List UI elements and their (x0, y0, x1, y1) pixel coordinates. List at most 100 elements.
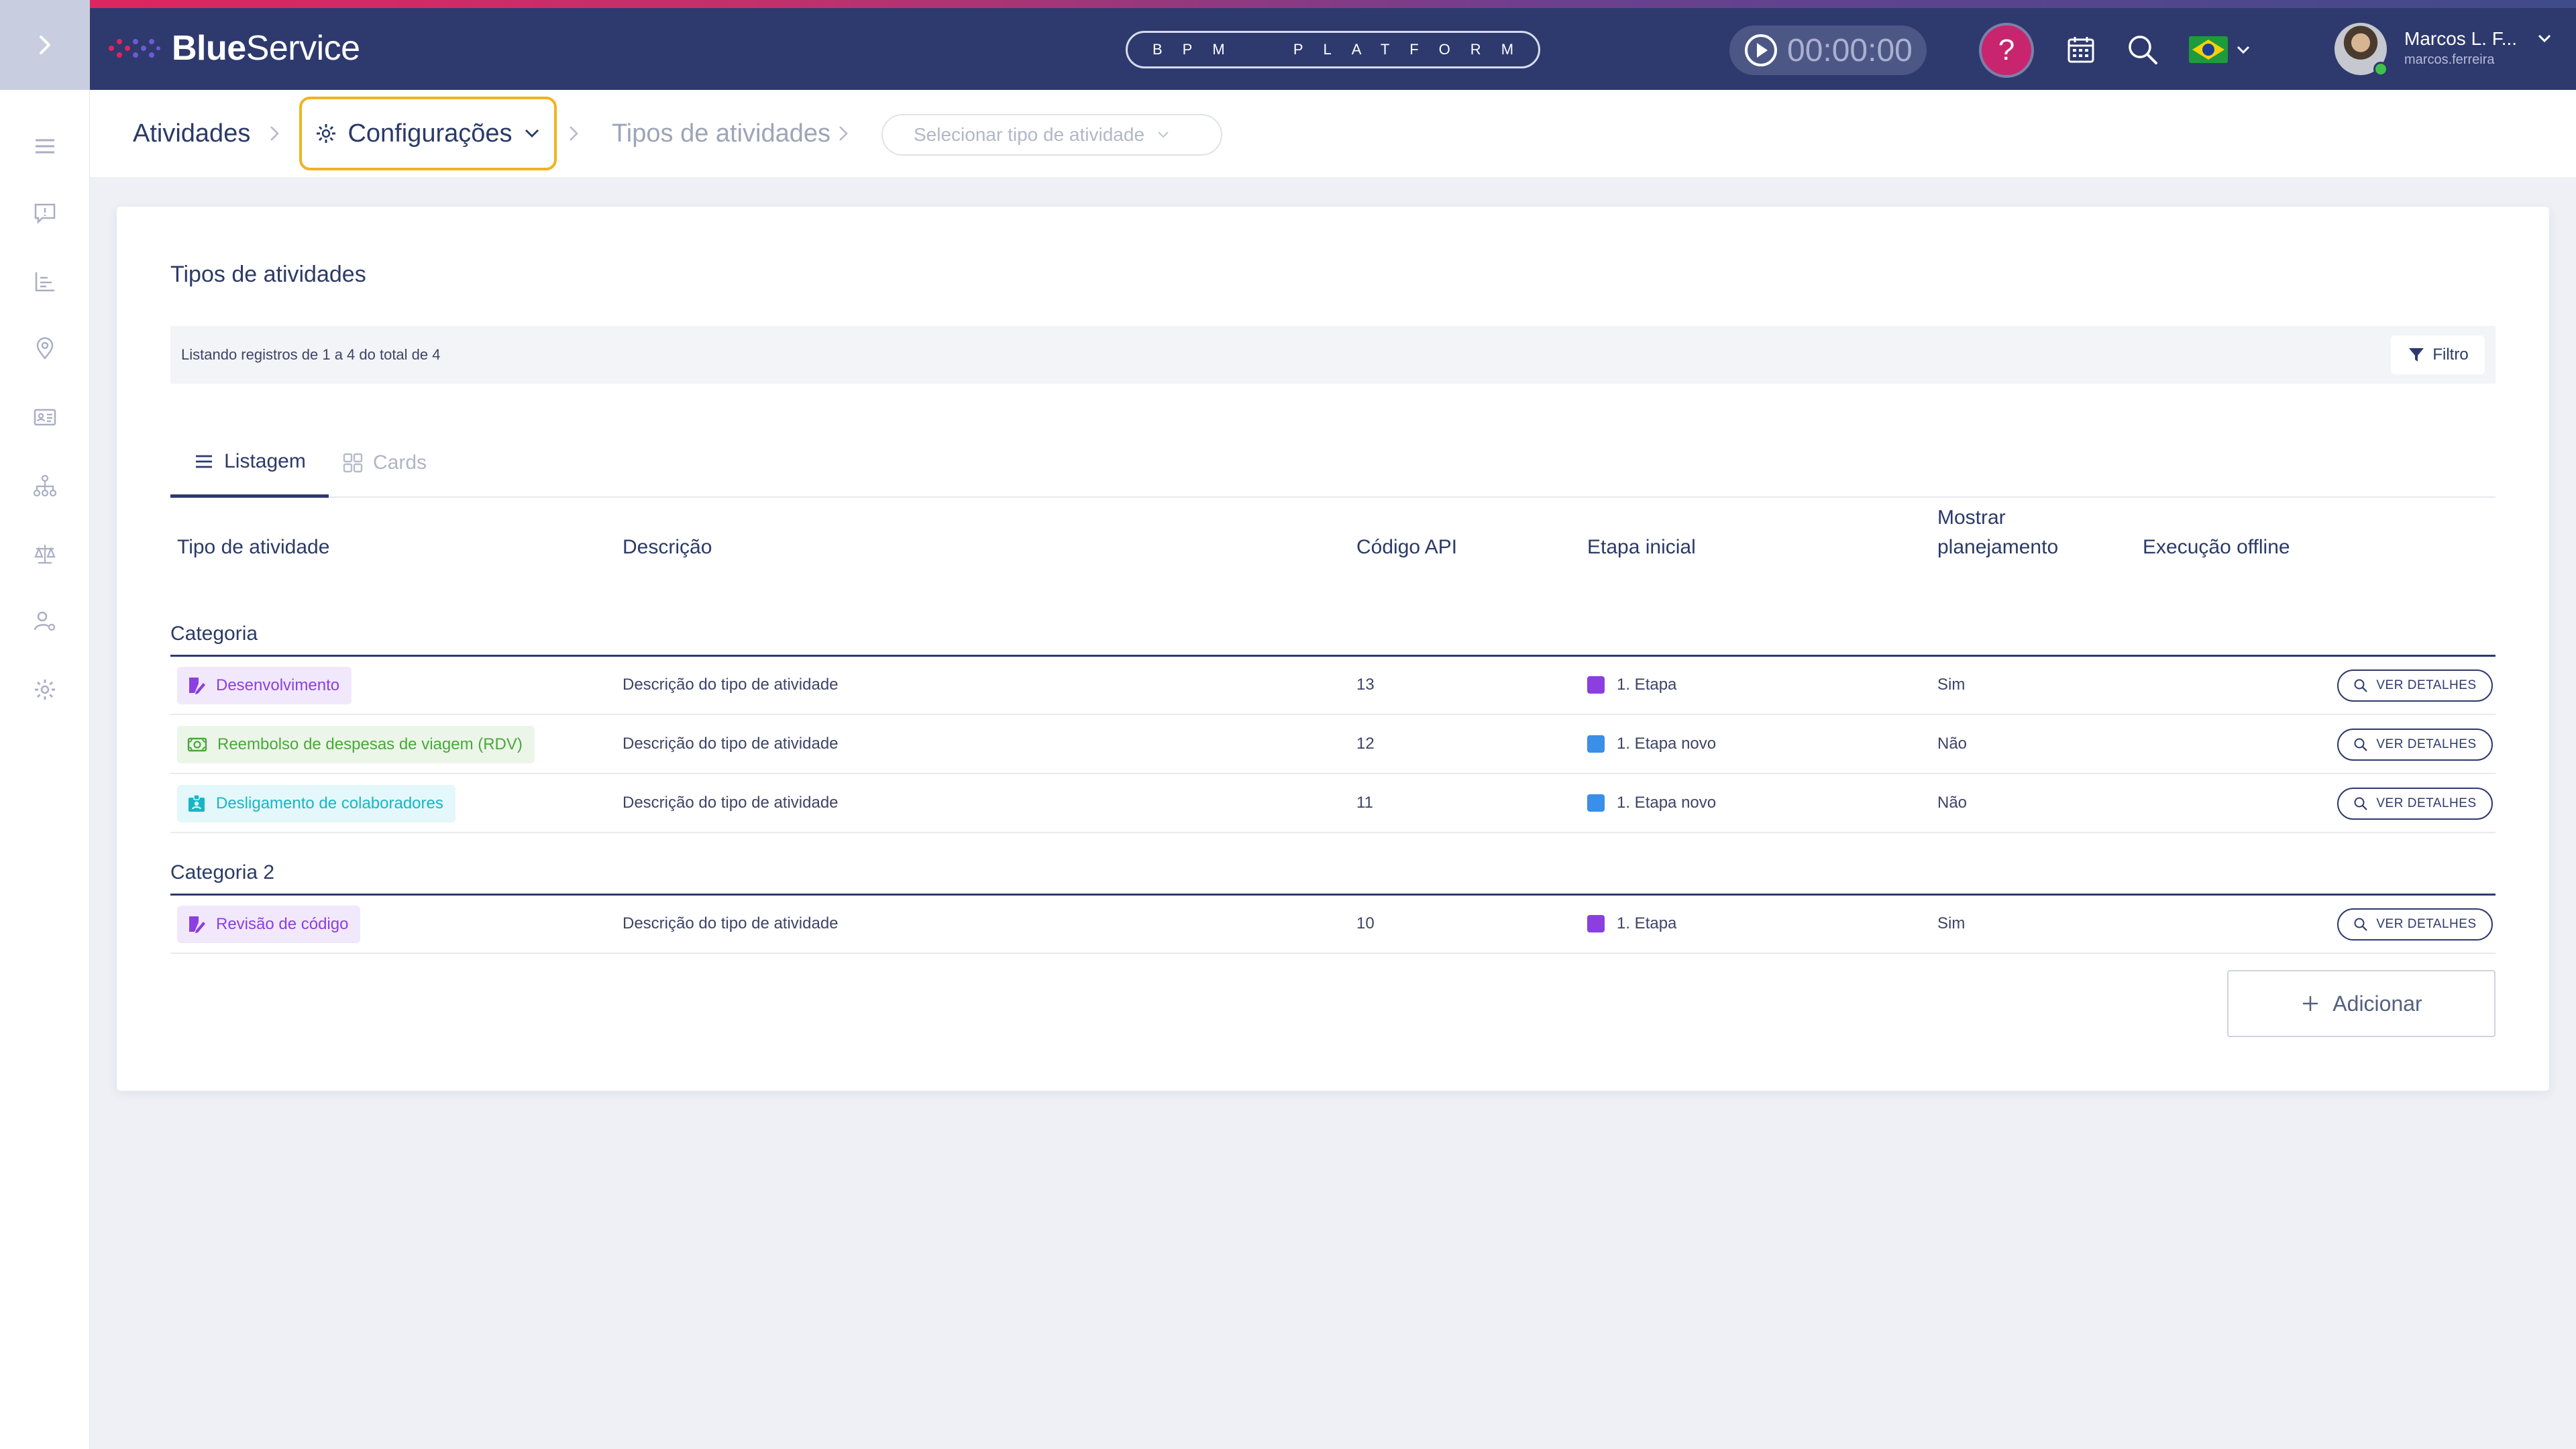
sidebar-item-locations[interactable] (30, 334, 60, 364)
sidebar-toggle-button[interactable] (0, 0, 90, 90)
row-api-code: 12 (1356, 735, 1375, 753)
view-details-button[interactable]: VER DETALHES (2337, 788, 2493, 820)
search-icon (2354, 918, 2368, 931)
category-divider (170, 894, 2496, 896)
breadcrumb: Atividades Configurações Tipos de ativid… (90, 90, 2576, 177)
filter-icon (2409, 348, 2424, 362)
breadcrumb-activities[interactable]: Atividades (133, 90, 250, 177)
user-name: Marcos L. F... (2404, 28, 2518, 49)
sidebar-item-user-settings[interactable] (30, 606, 60, 636)
activity-type-tag[interactable]: Reembolso de despesas de viagem (RDV) (177, 726, 535, 763)
grid-icon (343, 453, 363, 473)
map-pin-icon (36, 337, 54, 360)
activity-type-label: Revisão de código (216, 915, 349, 933)
column-header-mostrar-line2[interactable]: planejamento (1937, 533, 2058, 562)
column-header-codigo[interactable]: Código API (1356, 533, 1457, 562)
timer-value: 00:00:00 (1787, 32, 1913, 68)
filter-button[interactable]: Filtro (2391, 335, 2485, 374)
column-header-etapa[interactable]: Etapa inicial (1587, 533, 1696, 562)
sidebar-item-menu[interactable] (30, 131, 60, 161)
org-chart-icon (33, 474, 57, 497)
brazil-flag-icon (2189, 36, 2228, 63)
chevron-right-icon (562, 122, 585, 145)
row-api-code: 10 (1356, 914, 1375, 932)
stage-color-swatch (1587, 915, 1605, 932)
tab-listagem-label: Listagem (224, 449, 306, 472)
tab-listagem[interactable]: Listagem (170, 428, 329, 498)
chevron-right-icon (832, 122, 855, 145)
view-details-label: VER DETALHES (2376, 796, 2477, 810)
view-details-button[interactable]: VER DETALHES (2337, 729, 2493, 761)
user-gear-icon (34, 611, 56, 631)
sidebar-item-contacts[interactable] (30, 402, 60, 432)
calendar-button[interactable] (2062, 31, 2100, 68)
row-divider (170, 953, 2496, 954)
filter-label: Filtro (2432, 345, 2469, 364)
add-button[interactable]: Adicionar (2227, 970, 2496, 1037)
header-accent-stripe (0, 0, 2576, 8)
sidebar-item-organization[interactable] (30, 471, 60, 500)
badge-icon (189, 794, 205, 812)
brand-logo[interactable]: BlueService (107, 28, 360, 68)
activity-type-tag[interactable]: Desenvolvimento (177, 667, 352, 704)
category-title: Categoria 2 (170, 861, 275, 883)
stage-label: 1. Etapa novo (1617, 794, 1717, 812)
activity-type-label: Desligamento de colaboradores (216, 794, 443, 812)
sidebar-item-compliance[interactable] (30, 539, 60, 569)
message-alert-icon (34, 203, 56, 225)
user-login: marcos.ferreira (2404, 52, 2495, 67)
sidebar-item-feedback[interactable] (30, 199, 60, 228)
list-icon (196, 455, 213, 468)
top-header: BlueService BPM PLATFORM 00:00:00 ? Marc… (0, 0, 2576, 90)
logo-bold-text: Blue (172, 29, 246, 68)
id-card-icon (34, 409, 56, 426)
row-initial-stage: 1. Etapa (1587, 675, 1676, 695)
search-icon (2354, 738, 2368, 751)
chevron-down-icon (525, 129, 539, 138)
row-show-planning: Não (1937, 794, 1968, 812)
row-api-code: 13 (1356, 676, 1375, 694)
breadcrumb-settings-dropdown[interactable]: Configurações (299, 97, 557, 170)
edit-doc-icon (189, 916, 205, 933)
calendar-icon (2068, 37, 2094, 63)
activity-type-tag[interactable]: Desligamento de colaboradores (177, 785, 455, 822)
sidebar-item-reports[interactable] (30, 267, 60, 297)
money-icon (187, 737, 207, 752)
gear-icon (317, 124, 336, 143)
search-button[interactable] (2124, 31, 2161, 68)
activity-timer[interactable]: 00:00:00 (1729, 25, 1927, 75)
row-initial-stage: 1. Etapa novo (1587, 734, 1716, 754)
chevron-down-icon (2237, 46, 2250, 54)
category-divider (170, 655, 2496, 657)
language-selector[interactable] (2188, 31, 2253, 68)
help-button[interactable]: ? (1979, 23, 2034, 78)
stage-label: 1. Etapa novo (1617, 735, 1717, 753)
activity-type-label: Desenvolvimento (216, 676, 340, 694)
play-icon (1745, 34, 1777, 66)
row-divider (170, 773, 2496, 774)
column-header-descricao[interactable]: Descrição (623, 533, 712, 562)
row-api-code: 11 (1356, 794, 1373, 812)
column-header-offline[interactable]: Execução offline (2143, 533, 2290, 562)
user-menu[interactable]: Marcos L. F... marcos.ferreira (2334, 23, 2563, 76)
breadcrumb-settings-label: Configurações (347, 119, 513, 148)
scale-icon (34, 545, 56, 564)
view-details-button[interactable]: VER DETALHES (2337, 669, 2493, 702)
column-header-tipo[interactable]: Tipo de atividade (177, 533, 329, 562)
column-header-mostrar-line1[interactable]: Mostrar (1937, 503, 2006, 533)
sidebar (0, 90, 90, 1449)
gear-icon (35, 680, 55, 700)
sidebar-item-settings[interactable] (30, 675, 60, 704)
add-button-label: Adicionar (2332, 991, 2422, 1016)
search-icon (2129, 36, 2157, 64)
plus-icon (2303, 996, 2318, 1011)
breadcrumb-activity-types[interactable]: Tipos de atividades (612, 90, 830, 177)
activity-type-select[interactable]: Selecionar tipo de atividade (881, 114, 1222, 156)
row-description: Descrição do tipo de atividade (623, 676, 839, 694)
stage-color-swatch (1587, 676, 1605, 694)
view-details-button[interactable]: VER DETALHES (2337, 908, 2493, 941)
activity-type-tag[interactable]: Revisão de código (177, 906, 361, 943)
row-description: Descrição do tipo de atividade (623, 735, 839, 753)
search-icon (2354, 797, 2368, 810)
tab-cards[interactable]: Cards (342, 428, 427, 498)
